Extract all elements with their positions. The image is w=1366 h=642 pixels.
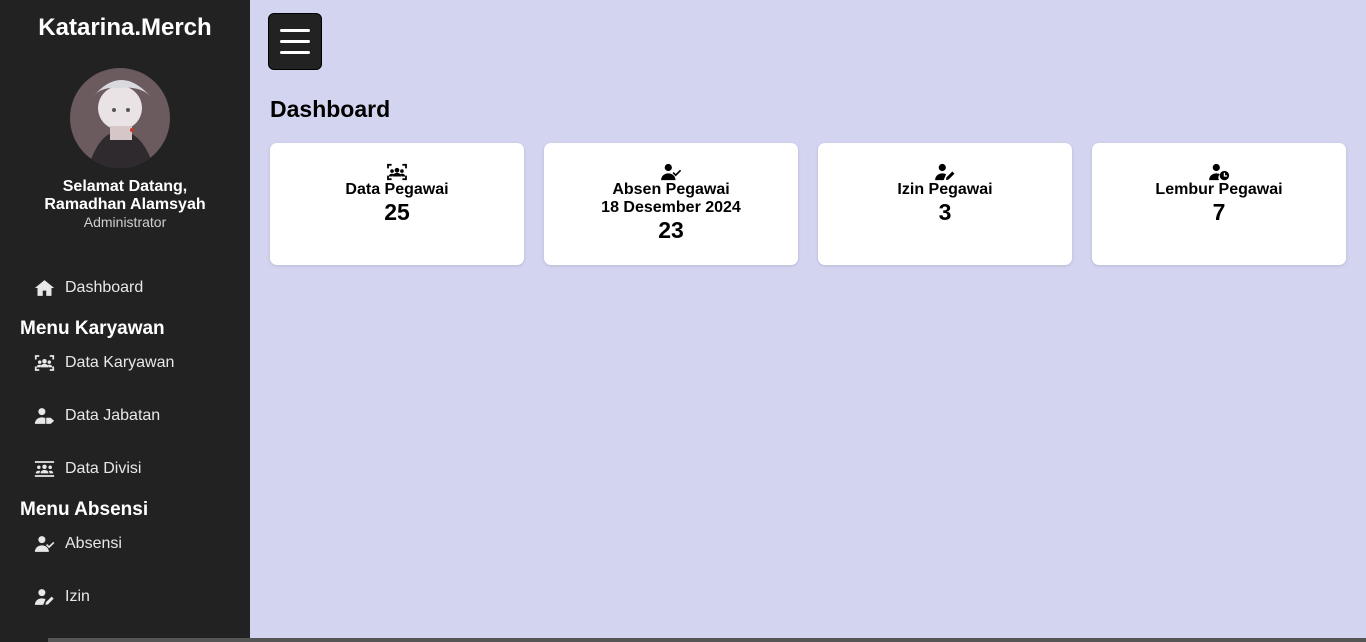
card-date: 18 Desember 2024 [601,199,741,216]
card-value: 23 [658,217,684,243]
card-absen-pegawai[interactable]: Absen Pegawai 18 Desember 2024 23 [544,143,798,265]
sidebar: Katarina.Merch Selamat Datang, Ramadhan … [0,0,250,642]
section-heading-karyawan: Menu Karyawan [20,318,165,339]
user-role: Administrator [83,214,167,230]
sidebar-item-label: Absensi [65,535,122,552]
card-value: 7 [1212,199,1226,225]
welcome-username: Ramadhan Alamsyah [44,196,206,213]
user-tag-icon [34,408,55,424]
avatar [70,68,170,168]
welcome-text: Selamat Datang, Ramadhan Alamsyah [0,178,250,214]
card-lembur-pegawai[interactable]: Lembur Pegawai 7 [1092,143,1346,265]
sidebar-item-data-karyawan[interactable]: Data Karyawan [34,354,174,372]
brand-title: Katarina.Merch [38,14,212,41]
sidebar-item-label: Data Jabatan [65,407,161,424]
welcome-greeting: Selamat Datang, [62,178,188,195]
card-value: 25 [384,199,410,225]
sidebar-item-izin[interactable]: Izin [34,588,90,606]
card-value: 3 [938,199,952,225]
hamburger-icon [280,29,310,32]
home-icon [34,280,55,296]
sidebar-item-dashboard[interactable]: Dashboard [34,279,143,297]
sidebar-item-label: Izin [65,588,90,605]
user-pen-icon [935,163,955,181]
page-title: Dashboard [270,96,391,122]
menu-toggle-button[interactable] [268,13,322,70]
user-clock-icon [1209,163,1230,181]
sidebar-item-label: Data Karyawan [65,354,175,371]
sidebar-item-absensi[interactable]: Absensi [34,535,122,553]
card-label: Lembur Pegawai [1155,181,1283,198]
sidebar-item-label: Dashboard [65,279,144,296]
card-izin-pegawai[interactable]: Izin Pegawai 3 [818,143,1072,265]
sidebar-item-data-jabatan[interactable]: Data Jabatan [34,407,160,425]
card-label: Izin Pegawai [897,181,993,198]
card-data-pegawai[interactable]: Data Pegawai 25 [270,143,524,265]
card-label: Absen Pegawai [612,181,730,198]
user-check-icon [34,536,55,552]
bottom-scrollbar[interactable] [48,638,1366,642]
sidebar-item-label: Data Divisi [65,460,142,477]
sidebar-item-data-divisi[interactable]: Data Divisi [34,460,141,478]
users-rectangle-icon [34,355,55,371]
section-heading-absensi: Menu Absensi [20,499,149,520]
users-rectangle-icon [387,163,407,181]
user-check-icon [661,163,682,181]
user-pen-icon [34,589,54,605]
card-label: Data Pegawai [345,181,449,198]
people-group-icon [34,461,55,477]
